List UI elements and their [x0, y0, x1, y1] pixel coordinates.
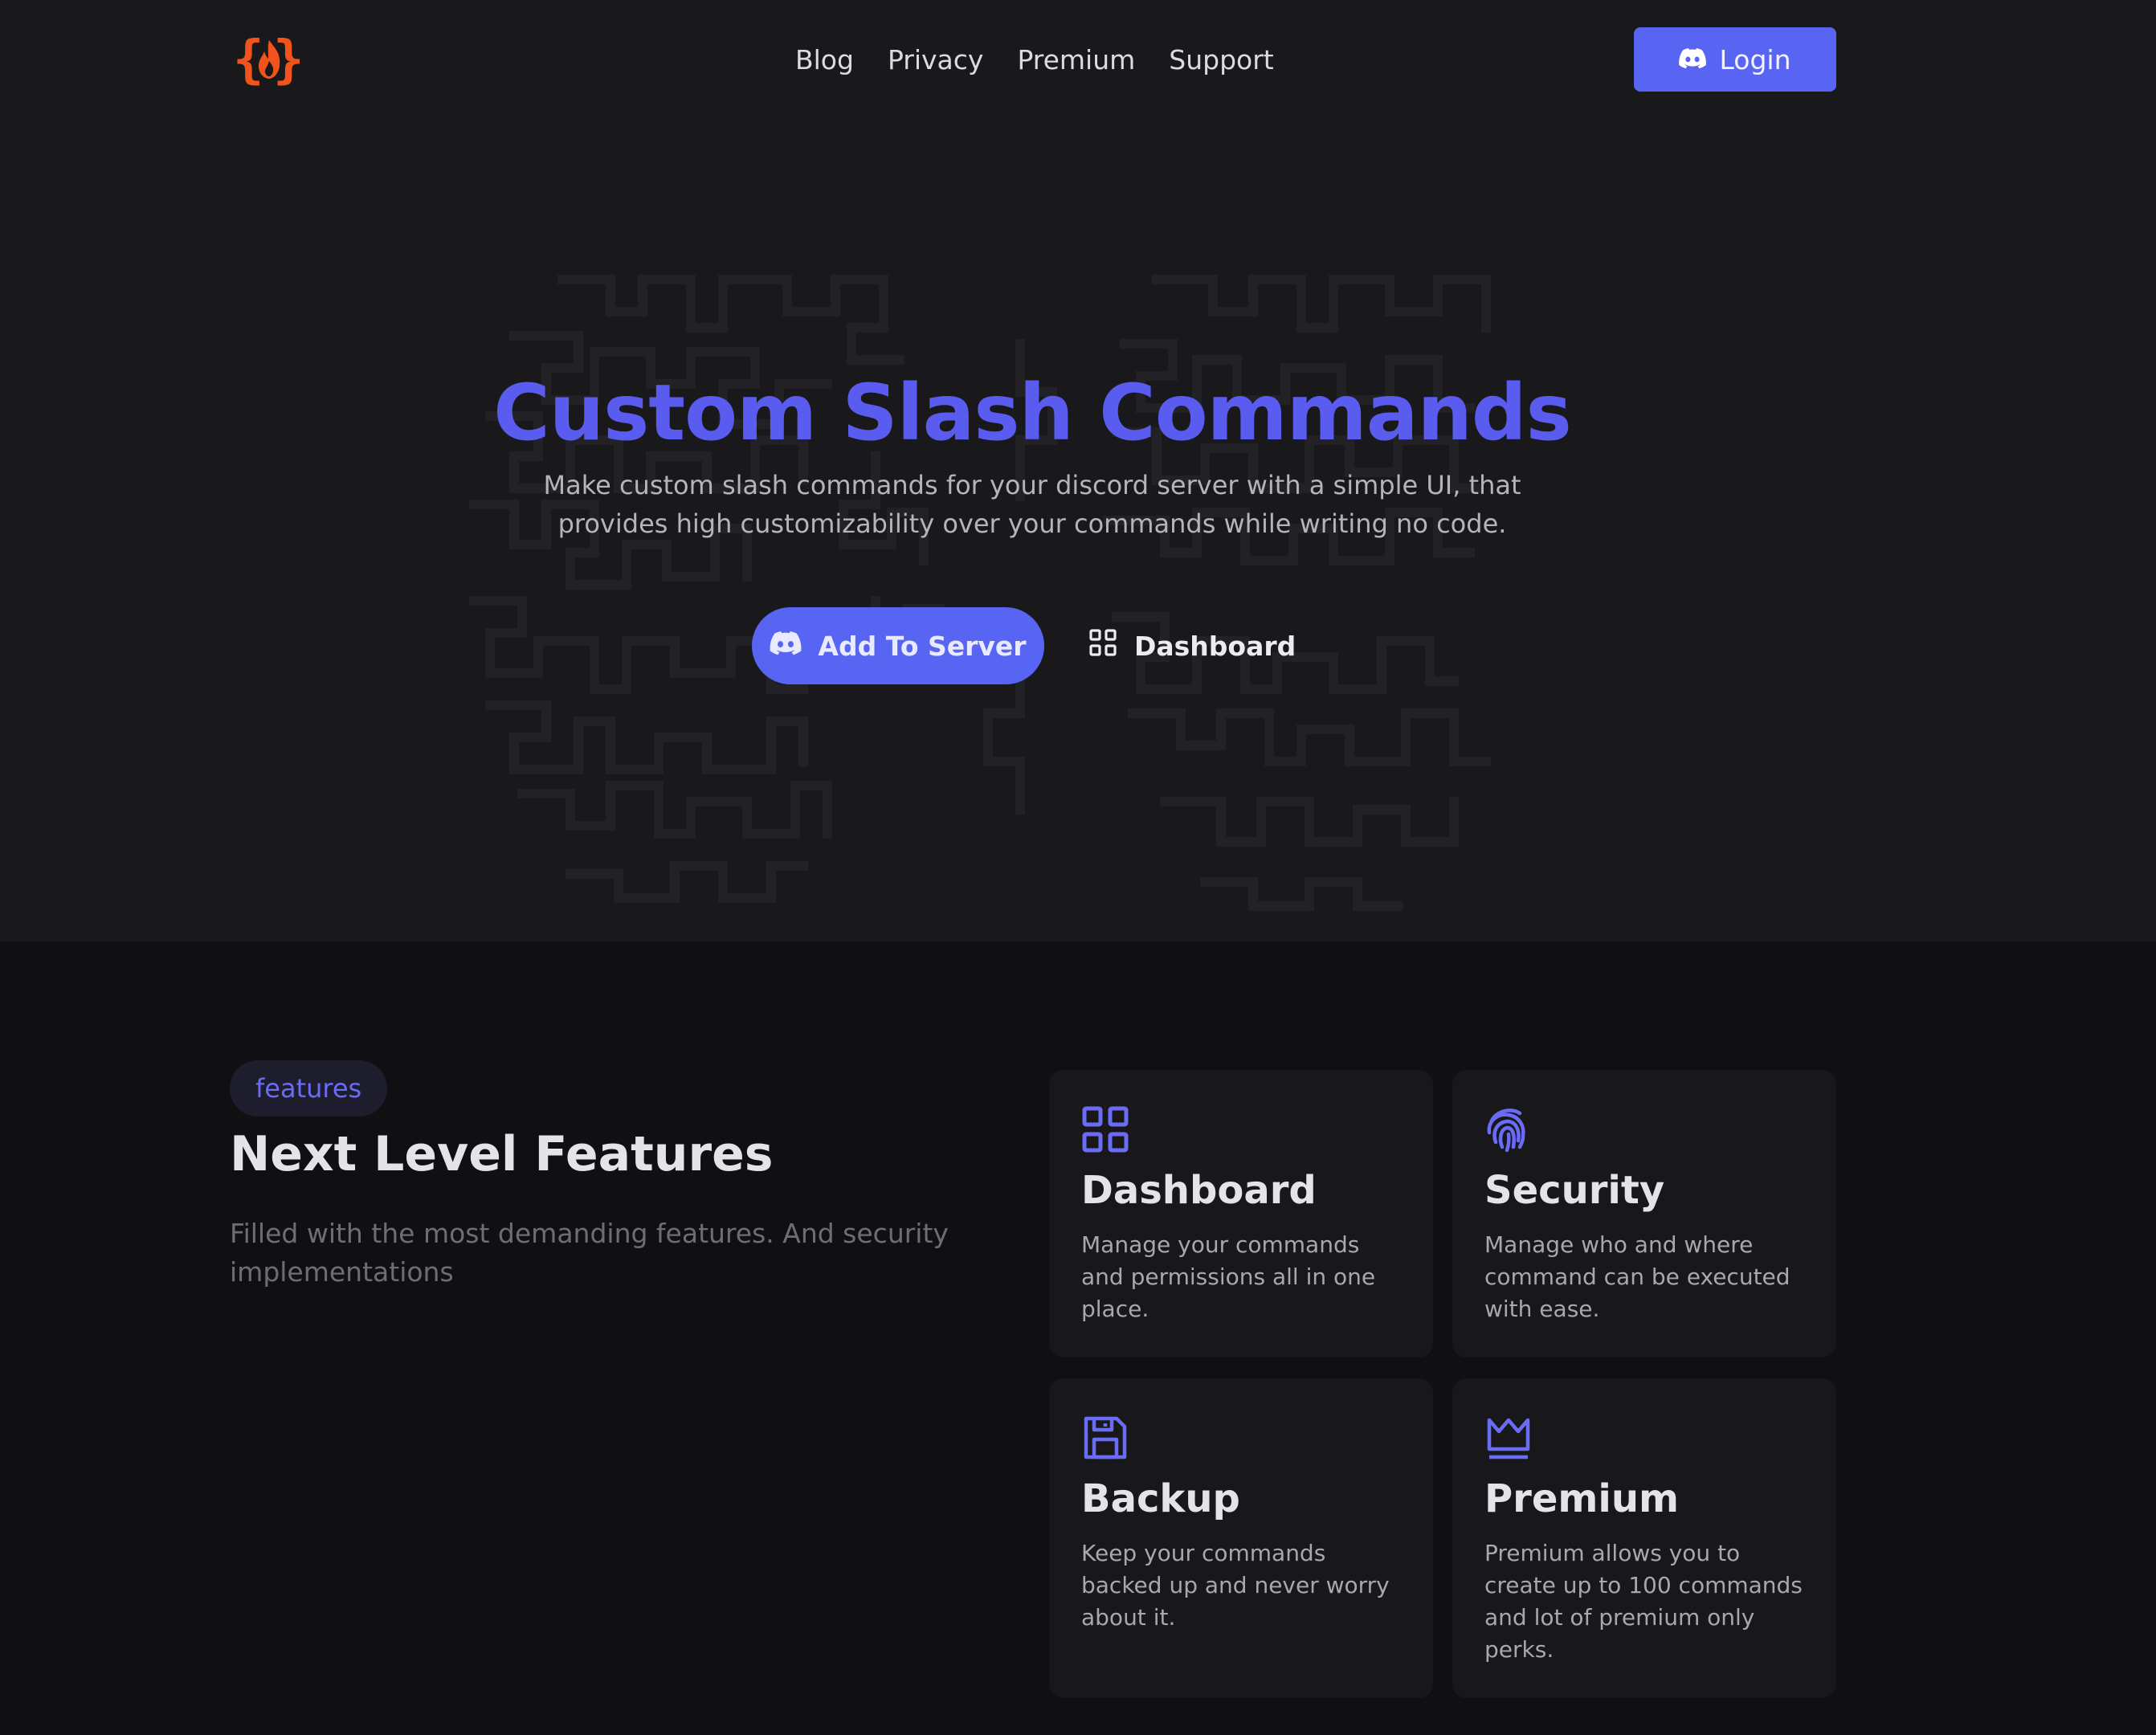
feature-card-premium: Premium Premium allows you to create up … — [1452, 1378, 1836, 1698]
feature-card-backup: Backup Keep your commands backed up and … — [1049, 1378, 1433, 1698]
nav-link-support[interactable]: Support — [1169, 44, 1273, 76]
hero-subtitle: Make custom slash commands for your disc… — [543, 470, 1521, 539]
grid-icon — [1089, 629, 1117, 663]
features-pill: features — [230, 1060, 388, 1117]
feature-card-title: Security — [1484, 1168, 1665, 1213]
nav-link-premium[interactable]: Premium — [1017, 44, 1135, 76]
nav-link-blog[interactable]: Blog — [795, 44, 854, 76]
nav-link-privacy[interactable]: Privacy — [888, 44, 983, 76]
feature-card-text: Premium allows you to create up to 100 c… — [1484, 1540, 1803, 1663]
feature-card-title: Premium — [1484, 1476, 1680, 1521]
nav-links: Blog Privacy Premium Support — [795, 37, 1274, 82]
floppy-disk-icon — [1081, 1414, 1403, 1462]
feature-card-text: Manage your commands and permissions all… — [1081, 1231, 1376, 1322]
feature-card-security: Security Manage who and where command ca… — [1452, 1070, 1836, 1357]
login-button[interactable]: Login — [1634, 27, 1836, 92]
add-to-server-button[interactable]: Add To Server — [752, 607, 1044, 684]
hero-section: Custom Slash Commands Make custom slash … — [0, 119, 2156, 941]
svg-text:{: { — [235, 31, 264, 87]
code-fire-logo-icon[interactable]: { } — [233, 29, 305, 88]
login-label: Login — [1719, 43, 1791, 76]
crown-icon — [1484, 1414, 1806, 1462]
discord-icon — [770, 631, 802, 662]
feature-card-title: Backup — [1081, 1476, 1240, 1521]
top-navbar: { } Blog Privacy Premium Support Login — [0, 0, 2156, 119]
grid-icon — [1081, 1105, 1403, 1153]
maze-background-pattern — [469, 275, 1491, 911]
fingerprint-icon — [1484, 1105, 1806, 1153]
hero-actions: Add To Server Dashboard — [752, 607, 1296, 684]
hero-title: Custom Slash Commands — [493, 368, 1571, 458]
feature-card-text: Manage who and where command can be exec… — [1484, 1231, 1791, 1322]
discord-icon — [1679, 44, 1707, 76]
add-to-server-label: Add To Server — [818, 630, 1027, 662]
dashboard-button[interactable]: Dashboard — [1089, 607, 1296, 684]
dashboard-label: Dashboard — [1134, 630, 1296, 662]
features-heading: Next Level Features — [230, 1126, 774, 1182]
features-section: features Next Level Features Filled with… — [0, 941, 2156, 1735]
feature-card-text: Keep your commands backed up and never w… — [1081, 1540, 1390, 1631]
feature-card-title: Dashboard — [1081, 1168, 1317, 1213]
features-description: Filled with the most demanding features.… — [230, 1218, 949, 1288]
feature-card-dashboard: Dashboard Manage your commands and permi… — [1049, 1070, 1433, 1357]
